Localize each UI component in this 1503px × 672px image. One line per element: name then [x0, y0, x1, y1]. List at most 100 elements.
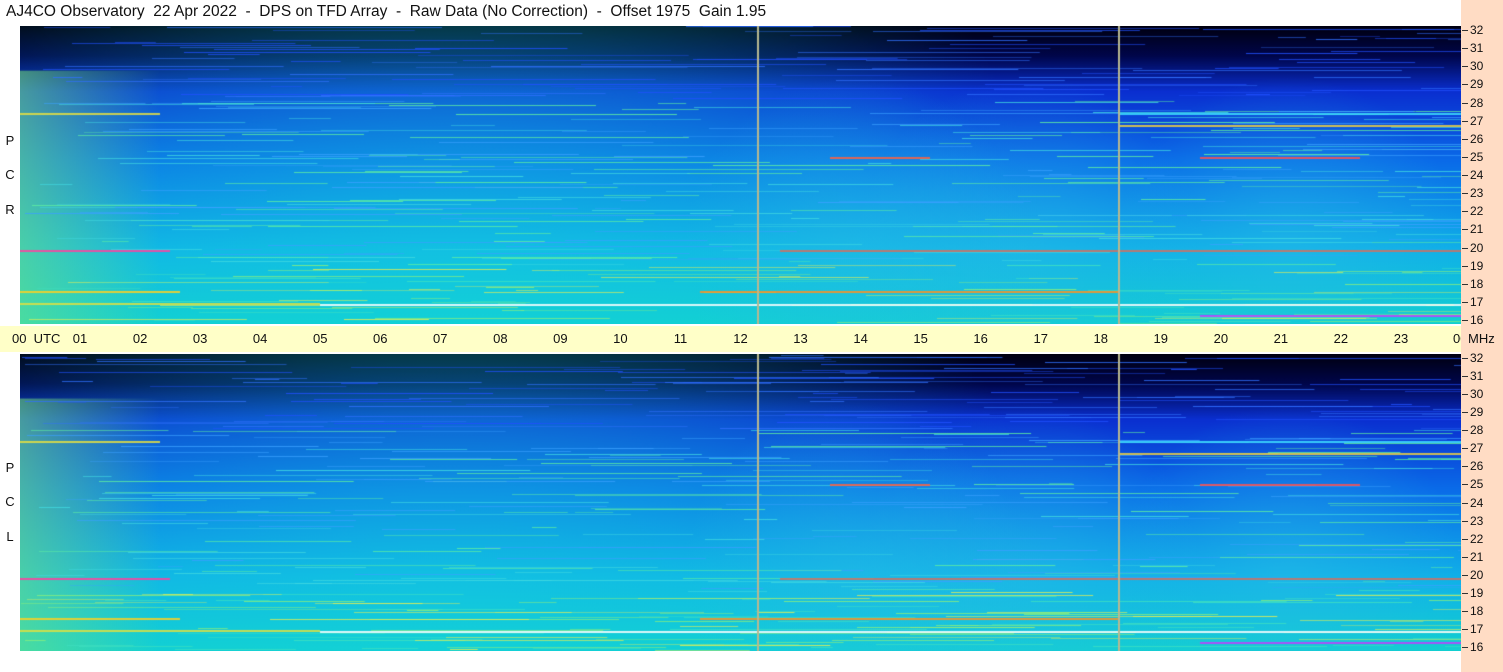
- freq-label-22-rcp: 22: [1470, 204, 1484, 219]
- frequency-unit: MHz: [1468, 331, 1495, 346]
- freq-label-31-lcp: 31: [1470, 369, 1484, 384]
- freq-tick-mark: [1462, 138, 1468, 140]
- time-tick-16: 16: [973, 331, 988, 346]
- time-tick-04: 04: [252, 331, 268, 346]
- time-tick-10: 10: [613, 331, 628, 346]
- time-tick-start: 00 UTC: [12, 331, 61, 346]
- freq-tick-mark: [1462, 66, 1468, 68]
- freq-label-26-rcp: 26: [1470, 131, 1484, 146]
- freq-label-16-rcp: 16: [1470, 313, 1484, 327]
- freq-tick-mark: [1462, 120, 1468, 122]
- chart-title: AJ4CO Observatory 22 Apr 2022 - DPS on T…: [6, 3, 767, 20]
- lcp-letter-p: P: [5, 460, 15, 475]
- time-tick-06: 06: [373, 331, 388, 346]
- time-tick-09: 09: [553, 331, 568, 346]
- freq-tick-mark: [1462, 30, 1468, 31]
- time-tick-13: 13: [793, 331, 808, 346]
- lcp-letter-l: L: [6, 529, 14, 544]
- time-tick-02: 02: [132, 331, 148, 346]
- freq-tick-mark: [1462, 647, 1468, 648]
- freq-label-29-lcp: 29: [1470, 405, 1484, 420]
- freq-label-20-rcp: 20: [1470, 240, 1484, 255]
- freq-tick-mark: [1462, 556, 1468, 558]
- freq-tick-mark: [1462, 301, 1468, 303]
- freq-tick-mark: [1462, 466, 1468, 468]
- freq-tick-mark: [1462, 376, 1468, 378]
- time-tick-22: 22: [1333, 331, 1349, 346]
- rcp-letter-p: P: [5, 133, 15, 148]
- freq-label-21-lcp: 21: [1470, 549, 1484, 564]
- freq-tick-mark: [1462, 592, 1468, 594]
- freq-label-19-rcp: 19: [1470, 258, 1484, 273]
- spectrogram-rcp: [20, 26, 1461, 324]
- freq-label-25-lcp: 25: [1470, 477, 1484, 492]
- freq-label-29-rcp: 29: [1470, 77, 1484, 92]
- freq-label-24-rcp: 24: [1470, 168, 1484, 182]
- freq-label-30-lcp: 30: [1470, 387, 1484, 402]
- freq-label-23-lcp: 23: [1470, 513, 1484, 528]
- time-tick-21: 21: [1273, 331, 1289, 346]
- freq-tick-mark: [1462, 358, 1468, 359]
- time-tick-05: 05: [312, 331, 328, 346]
- freq-tick-mark: [1462, 412, 1468, 414]
- freq-label-30-rcp: 30: [1470, 59, 1484, 74]
- freq-tick-mark: [1462, 502, 1468, 504]
- freq-tick-mark: [1462, 320, 1468, 321]
- freq-label-26-lcp: 26: [1470, 459, 1484, 474]
- freq-label-28-lcp: 28: [1470, 423, 1484, 438]
- freq-label-32-rcp: 32: [1470, 23, 1484, 37]
- freq-tick-mark: [1462, 448, 1468, 450]
- freq-label-21-rcp: 21: [1470, 222, 1484, 237]
- time-tick-01: 01: [72, 331, 88, 346]
- time-tick-07: 07: [433, 331, 448, 346]
- freq-tick-mark: [1462, 538, 1468, 540]
- freq-tick-mark: [1462, 610, 1468, 612]
- freq-label-31-rcp: 31: [1470, 41, 1484, 56]
- time-tick-03: 03: [192, 331, 208, 346]
- freq-tick-mark: [1462, 84, 1468, 86]
- freq-tick-mark: [1462, 247, 1468, 249]
- time-tick-23: 23: [1393, 331, 1409, 346]
- freq-tick-mark: [1462, 193, 1468, 195]
- time-tick-17: 17: [1033, 331, 1048, 346]
- time-tick-12: 12: [733, 331, 748, 346]
- freq-label-25-rcp: 25: [1470, 149, 1484, 164]
- time-tick-15: 15: [913, 331, 928, 346]
- freq-tick-mark: [1462, 265, 1468, 267]
- freq-label-28-rcp: 28: [1470, 95, 1484, 110]
- time-tick-18: 18: [1093, 331, 1108, 346]
- freq-label-17-rcp: 17: [1470, 294, 1484, 309]
- lcp-letter-c: C: [5, 494, 15, 509]
- freq-tick-mark: [1462, 211, 1468, 213]
- rcp-letter-c: C: [5, 167, 15, 182]
- freq-label-19-lcp: 19: [1470, 585, 1484, 600]
- freq-tick-mark: [1462, 156, 1468, 158]
- freq-label-18-rcp: 18: [1470, 276, 1484, 291]
- freq-tick-mark: [1462, 175, 1468, 176]
- freq-label-20-lcp: 20: [1470, 567, 1484, 582]
- freq-tick-mark: [1462, 229, 1468, 231]
- freq-tick-mark: [1462, 394, 1468, 396]
- time-tick-14: 14: [853, 331, 868, 346]
- freq-label-27-lcp: 27: [1470, 441, 1484, 456]
- freq-label-24-lcp: 24: [1470, 495, 1484, 510]
- freq-label-27-rcp: 27: [1470, 113, 1484, 128]
- time-tick-19: 19: [1153, 331, 1169, 346]
- freq-label-32-lcp: 32: [1470, 351, 1484, 365]
- freq-tick-mark: [1462, 574, 1468, 576]
- freq-label-16-lcp: 16: [1470, 640, 1484, 654]
- freq-tick-mark: [1462, 628, 1468, 630]
- freq-label-18-lcp: 18: [1470, 603, 1484, 618]
- freq-tick-mark: [1462, 430, 1468, 432]
- freq-tick-mark: [1462, 48, 1468, 50]
- rcp-letter-r: R: [5, 202, 15, 217]
- freq-tick-mark: [1462, 484, 1468, 486]
- freq-label-23-rcp: 23: [1470, 186, 1484, 201]
- freq-tick-mark: [1462, 520, 1468, 522]
- time-tick-08: 08: [493, 331, 508, 346]
- freq-tick-mark: [1462, 283, 1468, 285]
- spectrogram-lcp: [20, 354, 1461, 651]
- freq-label-22-lcp: 22: [1470, 531, 1484, 546]
- time-axis: 00 UTC 01 02 03 04 05 06 07 08 09 10 11 12 13 14 15 16 17…: [0, 326, 1467, 352]
- time-tick-11: 11: [673, 331, 688, 346]
